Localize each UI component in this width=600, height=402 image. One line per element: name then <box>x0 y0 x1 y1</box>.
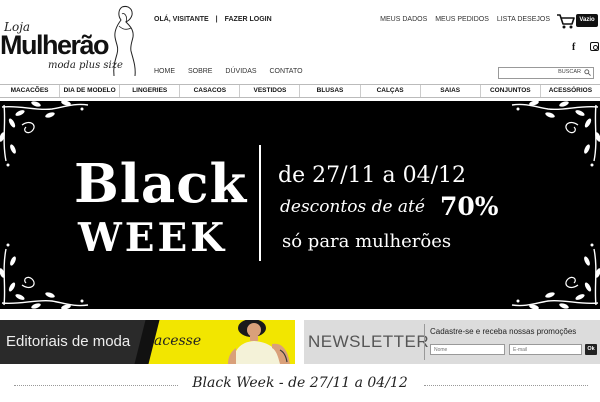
newsletter-divider <box>424 324 425 360</box>
section-title: Black Week - de 27/11 a 04/12 <box>192 375 408 391</box>
newsletter-prompt: Cadastre-se e receba nossas promoções <box>430 327 577 336</box>
nav-item-calcas[interactable]: CALÇAS <box>359 85 420 97</box>
subnav-faq[interactable]: DÚVIDAS <box>225 68 256 75</box>
editorial-title: Editoriais de moda <box>6 333 131 350</box>
banner-audience: só para mulherões <box>282 231 452 252</box>
wishlist-link[interactable]: LISTA DESEJOS <box>497 16 550 23</box>
nav-item-blusas[interactable]: BLUSAS <box>299 85 359 97</box>
welcome-text: OLÁ, VISITANTE <box>154 16 209 23</box>
banner-discount-value: 70% <box>440 192 499 221</box>
search-input[interactable] <box>499 68 557 78</box>
site-header: Loja Mulherão moda plus size OLÁ, VISITA… <box>0 0 600 84</box>
newsletter-email-input[interactable] <box>509 344 582 355</box>
newsletter-name-input[interactable] <box>430 344 505 355</box>
nav-item-macacoes[interactable]: MACACÕES <box>0 85 59 97</box>
banner-discount-text: descontos de até <box>280 197 425 217</box>
instagram-icon[interactable] <box>590 42 599 51</box>
floral-ornament-icon <box>511 243 600 309</box>
search-icon[interactable] <box>584 69 591 76</box>
login-link[interactable]: FAZER LOGIN <box>225 16 272 23</box>
welcome-bar: OLÁ, VISITANTE | FAZER LOGIN <box>154 16 272 23</box>
secondary-nav: HOME SOBRE DÚVIDAS CONTATO <box>154 68 314 75</box>
my-orders-link[interactable]: MEUS PEDIDOS <box>435 16 489 23</box>
nav-item-casacos[interactable]: CASACOS <box>179 85 239 97</box>
model-photo-image <box>222 320 295 364</box>
nav-item-acessorios[interactable]: ACESSÓRIOS <box>539 85 600 97</box>
site-logo[interactable]: Loja Mulherão moda plus size <box>0 4 148 77</box>
my-data-link[interactable]: MEUS DADOS <box>380 16 427 23</box>
newsletter-title: NEWSLETTER <box>308 332 430 351</box>
search-button[interactable]: BUSCAR <box>558 69 581 75</box>
newsletter-box: NEWSLETTER Cadastre-se e receba nossas p… <box>304 320 600 364</box>
logo-name: Mulherão <box>0 30 110 60</box>
nav-item-conjuntos[interactable]: CONJUNTOS <box>479 85 540 97</box>
nav-item-saias[interactable]: SAIAS <box>419 85 480 97</box>
banner-divider <box>259 145 261 261</box>
banner-headline-week: WEEK <box>78 215 228 261</box>
editorial-promo[interactable]: Editoriais de moda acesse <box>0 320 295 364</box>
woman-silhouette-icon <box>113 6 136 77</box>
black-week-banner[interactable]: Black WEEK de 27/11 a 04/12 descontos de… <box>0 101 600 309</box>
subnav-about[interactable]: SOBRE <box>188 68 213 75</box>
nav-item-vestidos[interactable]: VESTIDOS <box>239 85 299 97</box>
search-box: BUSCAR <box>498 67 594 79</box>
cart-icon <box>557 14 575 29</box>
floral-ornament-icon <box>511 101 600 167</box>
welcome-separator: | <box>215 16 218 23</box>
subnav-contact[interactable]: CONTATO <box>270 68 303 75</box>
editorial-cta[interactable]: acesse <box>154 333 201 349</box>
nav-item-dia-de-modelo[interactable]: DIA DE MODELO <box>59 85 119 97</box>
cart-status-badge: Vazio <box>576 14 598 27</box>
category-nav: MACACÕES DIA DE MODELO LINGERIES CASACOS… <box>0 84 600 98</box>
nav-item-lingeries[interactable]: LINGERIES <box>119 85 179 97</box>
banner-headline-black: Black <box>74 153 248 215</box>
subnav-home[interactable]: HOME <box>154 68 175 75</box>
banner-dates: de 27/11 a 04/12 <box>278 163 466 188</box>
account-links: MEUS DADOS MEUS PEDIDOS LISTA DESEJOS <box>374 16 550 23</box>
facebook-icon[interactable]: f <box>572 42 575 53</box>
cart-button[interactable]: Vazio <box>556 13 600 29</box>
newsletter-submit-button[interactable]: Ok <box>585 344 597 355</box>
